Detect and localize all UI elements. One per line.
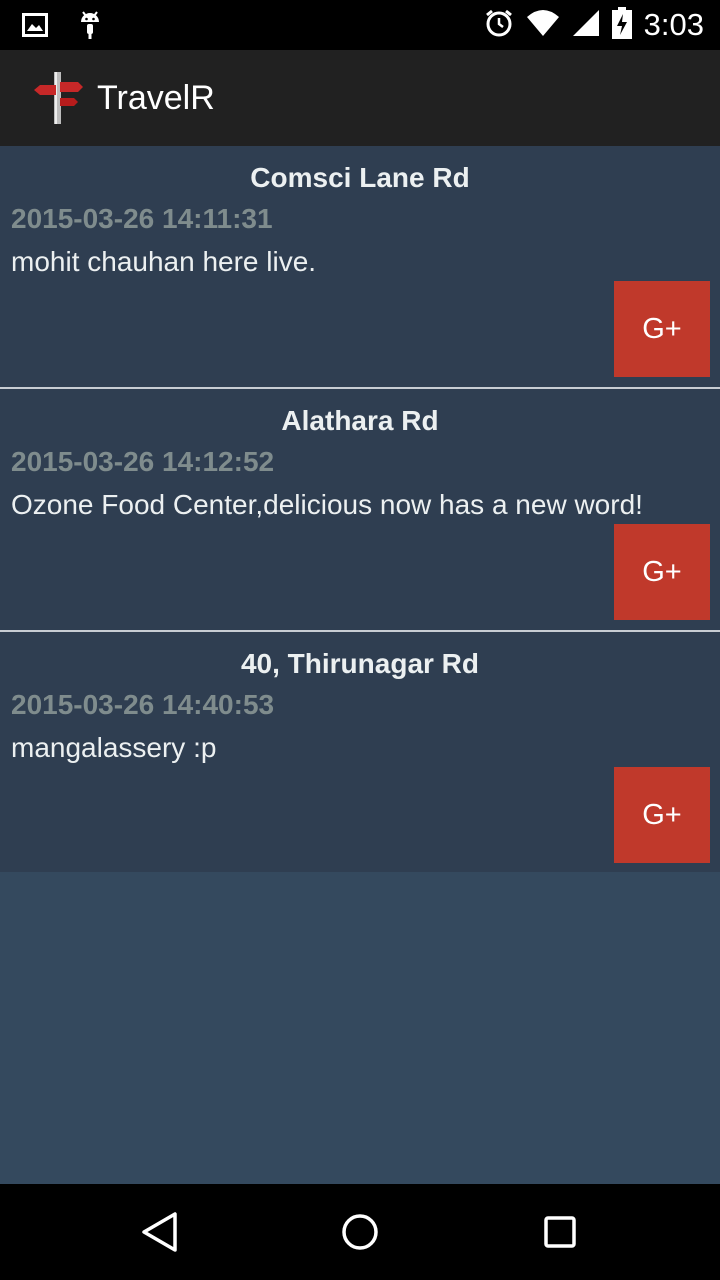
recents-icon[interactable] (535, 1207, 585, 1257)
post-timestamp: 2015-03-26 14:12:52 (11, 446, 275, 477)
post-card[interactable]: Comsci Lane Rd 2015-03-26 14:11:31 mohit… (0, 146, 720, 389)
post-location: Alathara Rd (281, 405, 439, 436)
post-message: Ozone Food Center,delicious now has a ne… (11, 489, 643, 520)
post-list: Comsci Lane Rd 2015-03-26 14:11:31 mohit… (0, 146, 720, 872)
alarm-icon (484, 8, 514, 42)
wifi-icon (526, 9, 560, 41)
image-notification-icon (22, 13, 48, 41)
home-icon[interactable] (335, 1207, 385, 1257)
status-time: 3:03 (643, 7, 704, 42)
post-message: mohit chauhan here live. (11, 246, 317, 277)
post-message: mangalassery :p (11, 732, 217, 763)
post-location: 40, Thirunagar Rd (240, 648, 480, 679)
google-plus-share-button[interactable]: G+ (614, 524, 710, 620)
post-card[interactable]: Alathara Rd 2015-03-26 14:12:52 Ozone Fo… (0, 389, 720, 632)
signpost-logo-icon (30, 70, 86, 126)
cell-signal-icon (572, 9, 600, 41)
post-timestamp: 2015-03-26 14:11:31 (11, 203, 273, 234)
post-card[interactable]: 40, Thirunagar Rd 2015-03-26 14:40:53 ma… (0, 632, 720, 872)
google-plus-share-button[interactable]: G+ (614, 767, 710, 863)
battery-charging-icon (611, 7, 632, 43)
back-icon[interactable] (135, 1207, 185, 1257)
status-bar: 3:03 (0, 0, 720, 50)
post-timestamp: 2015-03-26 14:40:53 (11, 689, 275, 720)
app-bar: TravelR (0, 50, 720, 146)
navigation-bar (0, 1184, 720, 1280)
google-plus-share-button[interactable]: G+ (614, 281, 710, 377)
post-location: Comsci Lane Rd (250, 162, 470, 193)
app-title: TravelR (97, 79, 215, 117)
android-debug-icon (78, 10, 102, 44)
